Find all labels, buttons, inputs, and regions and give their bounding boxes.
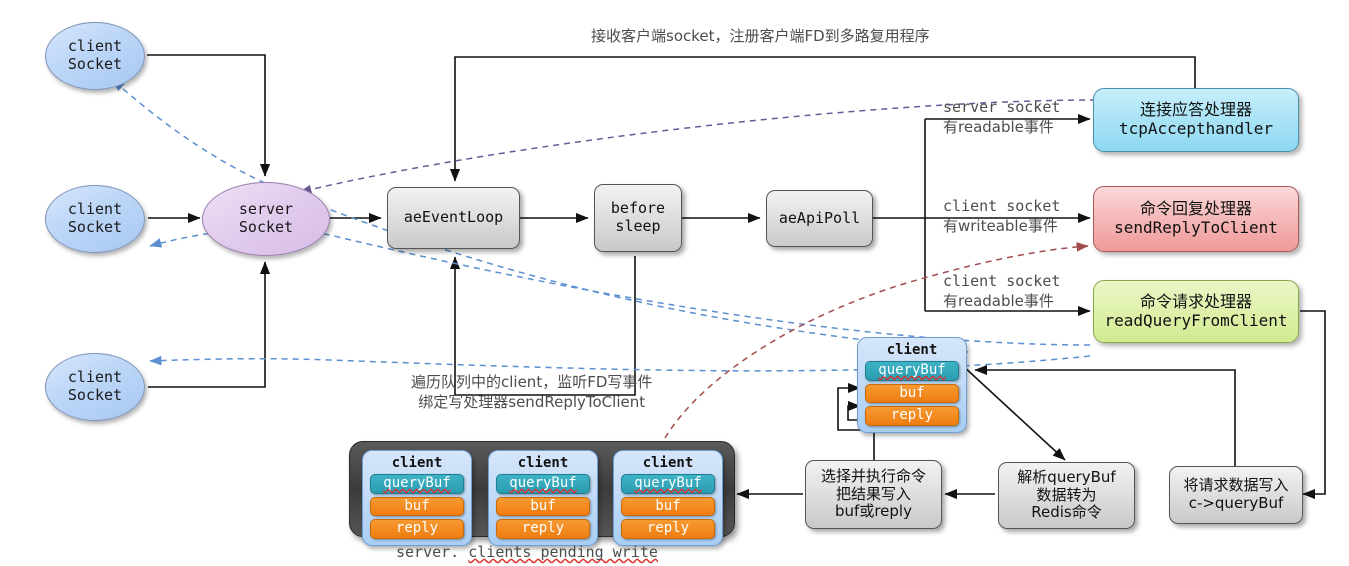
client-field-buf[interactable]: buf: [865, 383, 959, 404]
pending-client-3-buf[interactable]: buf: [621, 496, 715, 517]
pending-client-1-querybuf[interactable]: queryBuf: [370, 474, 464, 494]
before-sleep-box[interactable]: before sleep: [594, 184, 682, 252]
execute-command-line2: 把结果写入: [835, 484, 911, 503]
write-query-buf-line1: 将请求数据写入: [1183, 476, 1289, 495]
event-label-write: client socket 有writeable事件: [943, 197, 1060, 236]
parse-query-box[interactable]: 解析queryBuf 数据转为 Redis命令: [998, 462, 1135, 529]
clients-pending-write-caption: server. clients pending write: [396, 543, 658, 561]
before-sleep-line1: before: [610, 199, 666, 218]
pending-caption-spell: clients pending write: [468, 543, 658, 561]
parse-query-line2: 数据转为: [1036, 485, 1097, 504]
client-socket-2[interactable]: client Socket: [45, 185, 145, 253]
ae-event-loop-label: aeEventLoop: [403, 208, 504, 227]
pending-client-2-querybuf[interactable]: queryBuf: [496, 474, 590, 494]
read-query-handler-cn: 命令请求处理器: [1139, 291, 1252, 311]
execute-command-line3: buf或reply: [835, 502, 912, 521]
pending-client-2[interactable]: client queryBuf buf reply: [488, 450, 598, 546]
pending-client-2-buf[interactable]: buf: [496, 496, 590, 517]
pending-client-3-querybuf[interactable]: queryBuf: [621, 474, 715, 494]
event-label-read-line1: client socket: [943, 272, 1061, 290]
client-field-querybuf[interactable]: queryBuf: [865, 361, 959, 381]
client-socket-3-line2: Socket: [67, 386, 123, 404]
pending-client-1[interactable]: client queryBuf buf reply: [362, 450, 472, 546]
client-field-reply[interactable]: reply: [865, 406, 959, 426]
pending-client-2-reply[interactable]: reply: [496, 519, 590, 539]
client-socket-1[interactable]: client Socket: [45, 22, 145, 90]
send-reply-handler-cn: 命令回复处理器: [1139, 199, 1252, 219]
event-label-accept-line1: server socket: [943, 98, 1061, 116]
server-socket-line1: server: [238, 200, 294, 219]
client-socket-3[interactable]: client Socket: [45, 353, 145, 421]
parse-query-line3: Redis命令: [1031, 503, 1102, 522]
pending-client-3[interactable]: client queryBuf buf reply: [613, 450, 723, 546]
pending-client-1-reply[interactable]: reply: [370, 519, 464, 539]
send-reply-handler-box[interactable]: 命令回复处理器 sendReplyToClient: [1093, 186, 1299, 252]
accept-handler-box[interactable]: 连接应答处理器 tcpAccepthandler: [1093, 88, 1299, 152]
client-socket-2-line2: Socket: [67, 218, 123, 236]
pending-caption-prefix: server.: [396, 543, 460, 561]
accept-handler-fn: tcpAccepthandler: [1118, 119, 1274, 138]
client-struct-card[interactable]: client queryBuf buf reply: [857, 337, 967, 433]
event-label-accept-line2: 有readable事件: [943, 117, 1054, 136]
event-label-write-line2: 有writeable事件: [943, 216, 1058, 235]
ae-api-poll-label: aeApiPoll: [778, 208, 861, 227]
before-sleep-note-line2: 绑定写处理器sendReplyToClient: [418, 392, 646, 411]
write-query-buf-line2: c->queryBuf: [1188, 494, 1284, 512]
execute-command-box[interactable]: 选择并执行命令 把结果写入 buf或reply: [805, 460, 942, 529]
accept-handler-cn: 连接应答处理器: [1139, 100, 1252, 120]
execute-command-line1: 选择并执行命令: [820, 466, 926, 485]
event-label-write-line1: client socket: [943, 197, 1061, 215]
event-label-accept: server socket 有readable事件: [943, 98, 1060, 137]
write-query-buf-box[interactable]: 将请求数据写入 c->queryBuf: [1169, 466, 1303, 524]
server-socket-line2: Socket: [238, 218, 294, 236]
pending-client-1-title: client: [391, 455, 443, 471]
send-reply-handler-fn: sendReplyToClient: [1114, 218, 1278, 237]
pending-client-3-title: client: [642, 455, 694, 471]
client-socket-1-line2: Socket: [67, 55, 123, 73]
read-query-handler-fn: readQueryFromClient: [1104, 310, 1288, 330]
pending-client-2-title: client: [517, 455, 569, 471]
parse-query-line1: 解析queryBuf: [1017, 467, 1116, 486]
before-sleep-note-line1: 遍历队列中的client，监听FD写事件: [411, 373, 653, 391]
client-socket-3-line1: client: [67, 368, 123, 387]
top-note-label: 接收客户端socket，注册客户端FD到多路复用程序: [591, 27, 930, 45]
server-socket[interactable]: server Socket: [202, 182, 330, 256]
before-sleep-line2: sleep: [615, 217, 661, 235]
read-query-handler-box[interactable]: 命令请求处理器 readQueryFromClient: [1093, 280, 1299, 343]
client-struct-title: client: [886, 342, 938, 358]
client-socket-2-line1: client: [67, 200, 123, 219]
pending-client-1-buf[interactable]: buf: [370, 496, 464, 517]
pending-client-3-reply[interactable]: reply: [621, 519, 715, 539]
ae-api-poll-box[interactable]: aeApiPoll: [766, 190, 873, 247]
client-socket-1-line1: client: [67, 37, 123, 56]
ae-event-loop-box[interactable]: aeEventLoop: [387, 187, 520, 249]
event-label-read: client socket 有readable事件: [943, 272, 1060, 311]
event-label-read-line2: 有readable事件: [943, 291, 1054, 310]
diagram-canvas: client Socket client Socket client Socke…: [0, 0, 1349, 566]
before-sleep-note: 遍历队列中的client，监听FD写事件 绑定写处理器sendReplyToCl…: [411, 373, 652, 412]
